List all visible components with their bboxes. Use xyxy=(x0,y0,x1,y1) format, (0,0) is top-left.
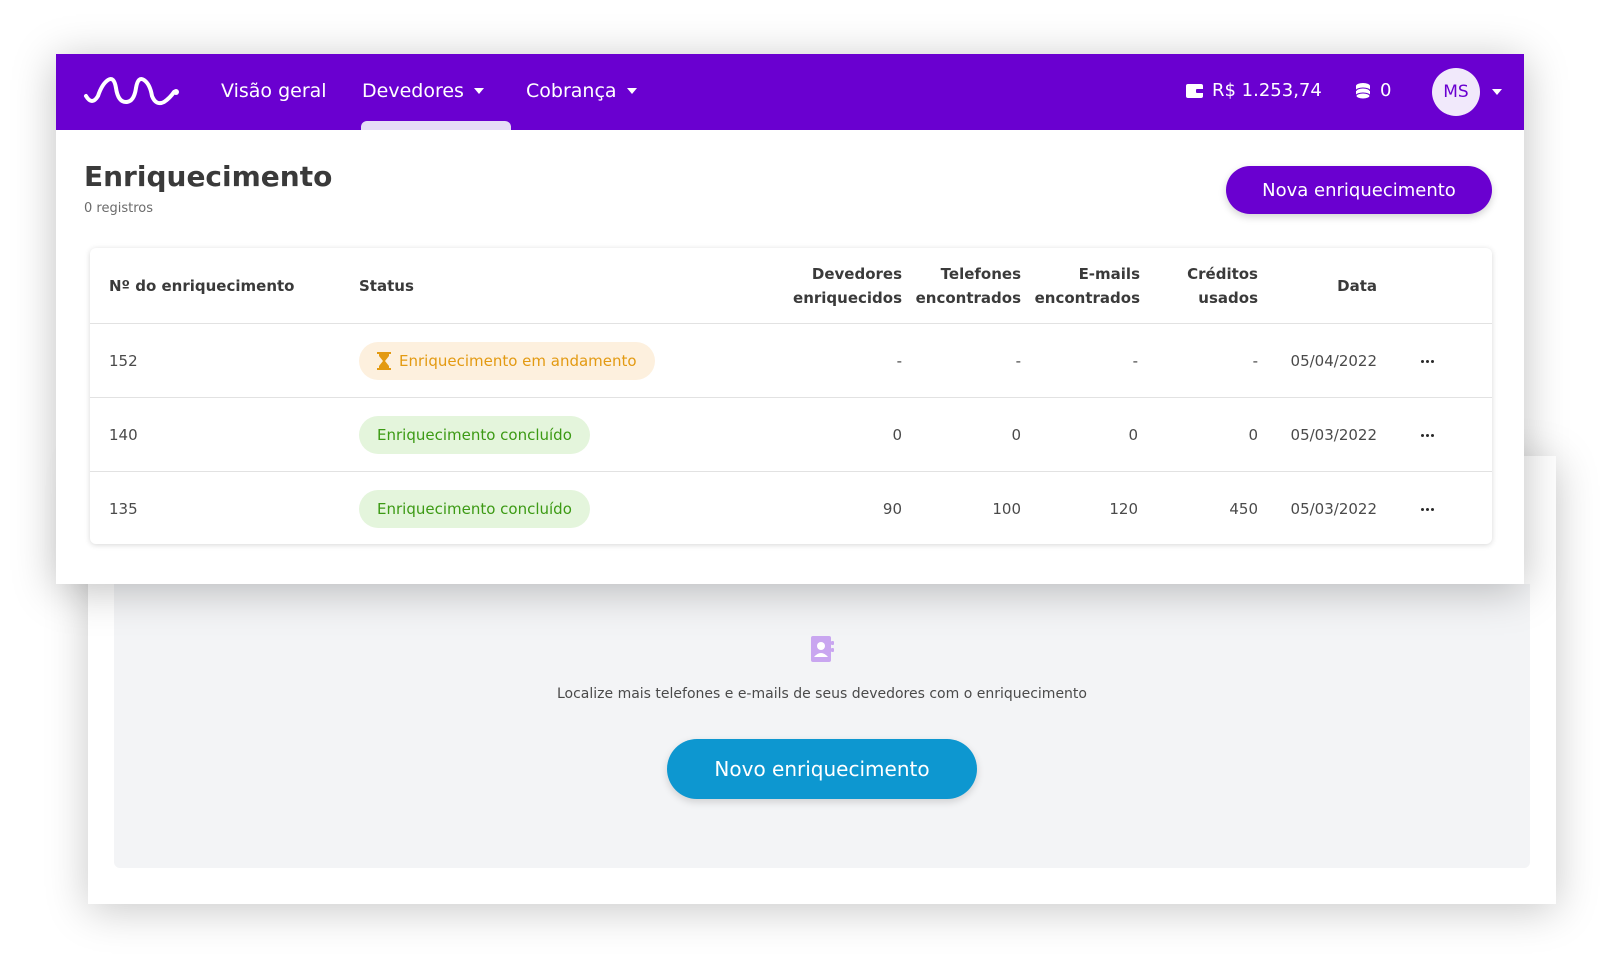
wallet-balance-value: R$ 1.253,74 xyxy=(1212,80,1322,101)
cell-id: 152 xyxy=(109,352,138,370)
status-badge: Enriquecimento concluído xyxy=(359,416,590,454)
cell-creditos: 450 xyxy=(1229,500,1258,518)
header-emails: E-mails encontrados xyxy=(1020,262,1140,310)
credits-value: 0 xyxy=(1380,80,1392,101)
wallet-icon xyxy=(1186,83,1204,98)
cell-devedores: - xyxy=(896,352,902,370)
page-title: Enriquecimento xyxy=(84,160,333,193)
enrichment-table: Nº do enriquecimento Status Devedores en… xyxy=(90,248,1492,544)
status-badge: Enriquecimento em andamento xyxy=(359,342,655,380)
cell-devedores: 90 xyxy=(882,500,902,518)
cell-data: 05/03/2022 xyxy=(1290,426,1377,444)
nav-visao-geral[interactable]: Visão geral xyxy=(221,80,327,102)
status-text: Enriquecimento concluído xyxy=(377,500,572,518)
empty-state-message: Localize mais telefones e e-mails de seu… xyxy=(556,686,1087,702)
table-row[interactable]: 140 Enriquecimento concluído 0 0 0 0 05/… xyxy=(90,398,1492,472)
more-options-icon[interactable] xyxy=(1421,359,1434,363)
more-options-icon[interactable] xyxy=(1421,507,1434,511)
header-devedores-line1: Devedores xyxy=(811,265,902,283)
status-text: Enriquecimento concluído xyxy=(377,426,572,444)
cell-creditos: - xyxy=(1252,352,1258,370)
row-actions xyxy=(1421,472,1434,546)
cell-status: Enriquecimento concluído xyxy=(359,398,590,472)
row-actions xyxy=(1421,398,1434,472)
header-telefones: Telefones encontrados xyxy=(901,262,1021,310)
chevron-down-icon xyxy=(473,88,484,94)
header-devedores: Devedores enriquecidos xyxy=(772,262,902,310)
records-count: 0 registros xyxy=(84,201,153,216)
credits-balance[interactable]: 0 xyxy=(1354,80,1391,101)
nav-devedores[interactable]: Devedores xyxy=(362,80,484,102)
cell-data: 05/04/2022 xyxy=(1290,352,1377,370)
cell-status: Enriquecimento em andamento xyxy=(359,324,655,398)
more-options-icon[interactable] xyxy=(1421,433,1434,437)
nav-devedores-label: Devedores xyxy=(362,80,464,102)
table-header: Nº do enriquecimento Status Devedores en… xyxy=(90,248,1492,324)
top-navbar: Visão geral Devedores Cobrança R$ 1.253,… xyxy=(56,54,1524,130)
table-row[interactable]: 135 Enriquecimento concluído 90 100 120 … xyxy=(90,472,1492,546)
header-telefones-line1: Telefones xyxy=(940,265,1021,283)
empty-state-panel: Localize mais telefones e e-mails de seu… xyxy=(114,584,1530,868)
novo-enriquecimento-button[interactable]: Novo enriquecimento xyxy=(667,739,977,799)
nova-enriquecimento-button[interactable]: Nova enriquecimento xyxy=(1226,166,1492,214)
cell-data: 05/03/2022 xyxy=(1290,500,1377,518)
cell-devedores: 0 xyxy=(892,426,902,444)
header-id: Nº do enriquecimento xyxy=(109,277,295,295)
cell-telefones: 0 xyxy=(1011,426,1021,444)
header-emails-line1: E-mails xyxy=(1078,265,1140,283)
nav-cobranca[interactable]: Cobrança xyxy=(526,80,637,102)
cell-emails: 0 xyxy=(1128,426,1138,444)
status-text: Enriquecimento em andamento xyxy=(399,352,637,370)
header-status: Status xyxy=(359,277,414,295)
cell-emails: 120 xyxy=(1109,500,1138,518)
chevron-down-icon[interactable] xyxy=(1492,89,1502,95)
hourglass-icon xyxy=(377,352,391,370)
nav-cobranca-label: Cobrança xyxy=(526,80,617,102)
header-emails-line2: encontrados xyxy=(1034,289,1140,307)
nav-visao-geral-label: Visão geral xyxy=(221,80,327,102)
chevron-down-icon xyxy=(626,88,637,94)
contact-book-icon xyxy=(811,636,834,662)
cell-id: 140 xyxy=(109,426,138,444)
header-data: Data xyxy=(1337,277,1377,295)
header-creditos: Créditos usados xyxy=(1138,262,1258,310)
main-card: Visão geral Devedores Cobrança R$ 1.253,… xyxy=(56,54,1524,584)
cell-id: 135 xyxy=(109,500,138,518)
header-telefones-line2: encontrados xyxy=(915,289,1021,307)
wallet-balance[interactable]: R$ 1.253,74 xyxy=(1186,80,1322,101)
row-actions xyxy=(1421,324,1434,398)
cell-emails: - xyxy=(1132,352,1138,370)
header-creditos-line2: usados xyxy=(1198,289,1258,307)
logo-wave-icon[interactable] xyxy=(82,74,184,110)
status-badge: Enriquecimento concluído xyxy=(359,490,590,528)
cell-creditos: 0 xyxy=(1248,426,1258,444)
coins-icon xyxy=(1355,82,1371,99)
cell-status: Enriquecimento concluído xyxy=(359,472,590,546)
header-devedores-line2: enriquecidos xyxy=(793,289,902,307)
active-tab-indicator xyxy=(361,121,511,130)
avatar[interactable]: MS xyxy=(1432,68,1480,116)
table-row[interactable]: 152 Enriquecimento em andamento - - - - … xyxy=(90,324,1492,398)
cell-telefones: - xyxy=(1015,352,1021,370)
header-creditos-line1: Créditos xyxy=(1187,265,1258,283)
cell-telefones: 100 xyxy=(992,500,1021,518)
